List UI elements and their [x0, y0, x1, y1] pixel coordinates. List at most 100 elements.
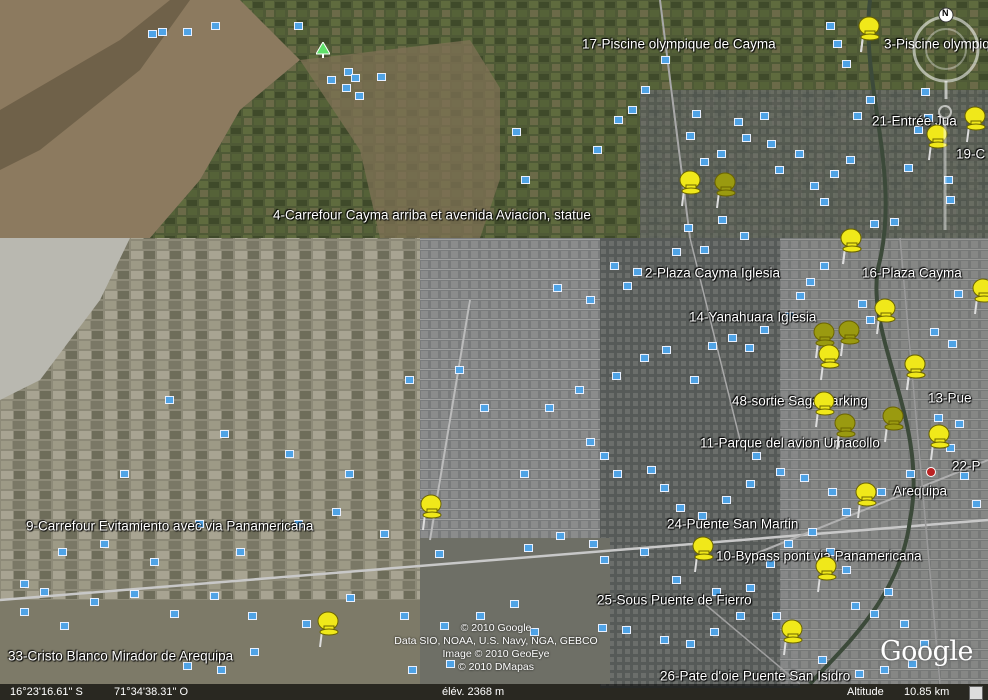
poi-marker-icon[interactable]	[846, 156, 855, 164]
poi-marker-icon[interactable]	[828, 488, 837, 496]
poi-marker-icon[interactable]	[717, 150, 726, 158]
poi-marker-icon[interactable]	[742, 134, 751, 142]
city-marker[interactable]	[926, 467, 936, 477]
poi-marker-icon[interactable]	[818, 656, 827, 664]
poi-marker-icon[interactable]	[285, 450, 294, 458]
poi-marker-icon[interactable]	[248, 612, 257, 620]
poi-marker-icon[interactable]	[351, 74, 360, 82]
poi-marker-icon[interactable]	[948, 340, 957, 348]
navigation-compass[interactable]: N	[908, 4, 986, 123]
poi-marker-icon[interactable]	[810, 182, 819, 190]
poi-marker-icon[interactable]	[40, 588, 49, 596]
poi-marker-icon[interactable]	[210, 592, 219, 600]
poi-marker-icon[interactable]	[640, 548, 649, 556]
poi-marker-icon[interactable]	[332, 508, 341, 516]
poi-marker-icon[interactable]	[904, 164, 913, 172]
poi-marker-icon[interactable]	[734, 118, 743, 126]
poi-marker-icon[interactable]	[435, 550, 444, 558]
placemark-pin-icon[interactable]	[831, 411, 861, 451]
placemark-label[interactable]: 19-C	[956, 147, 985, 162]
poi-marker-icon[interactable]	[60, 622, 69, 630]
poi-marker-icon[interactable]	[686, 640, 695, 648]
placemark-label[interactable]: 24-Puente San Martin	[667, 517, 798, 532]
placemark-pin-icon[interactable]	[961, 104, 988, 144]
poi-marker-icon[interactable]	[600, 452, 609, 460]
poi-marker-icon[interactable]	[718, 216, 727, 224]
poi-marker-icon[interactable]	[345, 470, 354, 478]
placemark-pin-icon[interactable]	[969, 276, 988, 316]
poi-marker-icon[interactable]	[833, 40, 842, 48]
poi-marker-icon[interactable]	[342, 84, 351, 92]
poi-marker-icon[interactable]	[556, 532, 565, 540]
poi-marker-icon[interactable]	[955, 420, 964, 428]
placemark-label[interactable]: 2-Plaza Cayma Iglesia	[645, 266, 780, 281]
poi-marker-icon[interactable]	[660, 636, 669, 644]
poi-marker-icon[interactable]	[589, 540, 598, 548]
poi-marker-icon[interactable]	[800, 474, 809, 482]
poi-marker-icon[interactable]	[148, 30, 157, 38]
poi-marker-icon[interactable]	[676, 504, 685, 512]
poi-marker-icon[interactable]	[684, 224, 693, 232]
poi-marker-icon[interactable]	[512, 128, 521, 136]
placemark-pin-icon[interactable]	[711, 170, 741, 210]
poi-marker-icon[interactable]	[842, 566, 851, 574]
poi-marker-icon[interactable]	[120, 470, 129, 478]
poi-marker-icon[interactable]	[746, 480, 755, 488]
poi-marker-icon[interactable]	[327, 76, 336, 84]
poi-marker-icon[interactable]	[613, 470, 622, 478]
poi-marker-icon[interactable]	[930, 328, 939, 336]
poi-marker-icon[interactable]	[796, 292, 805, 300]
poi-marker-icon[interactable]	[842, 60, 851, 68]
poi-marker-icon[interactable]	[692, 110, 701, 118]
poi-marker-icon[interactable]	[820, 198, 829, 206]
poi-marker-icon[interactable]	[622, 626, 631, 634]
placemark-pin-icon[interactable]	[837, 226, 867, 266]
poi-marker-icon[interactable]	[614, 116, 623, 124]
poi-marker-icon[interactable]	[900, 620, 909, 628]
poi-marker-icon[interactable]	[612, 372, 621, 380]
poi-marker-icon[interactable]	[672, 576, 681, 584]
poi-marker-icon[interactable]	[690, 376, 699, 384]
poi-marker-icon[interactable]	[476, 612, 485, 620]
poi-marker-icon[interactable]	[217, 666, 226, 674]
poi-marker-icon[interactable]	[934, 414, 943, 422]
poi-marker-icon[interactable]	[740, 232, 749, 240]
poi-marker-icon[interactable]	[884, 588, 893, 596]
poi-marker-icon[interactable]	[700, 158, 709, 166]
poi-marker-icon[interactable]	[728, 334, 737, 342]
poi-marker-icon[interactable]	[170, 610, 179, 618]
poi-marker-icon[interactable]	[20, 580, 29, 588]
placemark-pin-icon[interactable]	[925, 422, 955, 462]
navigation-button[interactable]	[969, 686, 983, 700]
placemark-label[interactable]: 14-Yanahuara Iglesia	[689, 310, 816, 325]
poi-marker-icon[interactable]	[521, 176, 530, 184]
poi-marker-icon[interactable]	[610, 262, 619, 270]
poi-marker-icon[interactable]	[480, 404, 489, 412]
poi-marker-icon[interactable]	[586, 296, 595, 304]
placemark-pin-icon[interactable]	[812, 554, 842, 594]
placemark-pin-icon[interactable]	[689, 534, 719, 574]
poi-marker-icon[interactable]	[746, 584, 755, 592]
poi-marker-icon[interactable]	[510, 600, 519, 608]
poi-marker-icon[interactable]	[954, 290, 963, 298]
poi-marker-icon[interactable]	[858, 300, 867, 308]
placemark-pin-icon[interactable]	[871, 296, 901, 336]
poi-marker-icon[interactable]	[380, 530, 389, 538]
poi-marker-icon[interactable]	[795, 150, 804, 158]
poi-marker-icon[interactable]	[346, 594, 355, 602]
poi-marker-icon[interactable]	[736, 612, 745, 620]
poi-marker-icon[interactable]	[355, 92, 364, 100]
zoom-slider[interactable]	[938, 102, 952, 232]
placemark-pin-icon[interactable]	[676, 168, 706, 208]
poi-marker-icon[interactable]	[405, 376, 414, 384]
poi-marker-icon[interactable]	[662, 346, 671, 354]
poi-marker-icon[interactable]	[972, 500, 981, 508]
poi-marker-icon[interactable]	[820, 262, 829, 270]
poi-marker-icon[interactable]	[628, 106, 637, 114]
poi-marker-icon[interactable]	[150, 558, 159, 566]
placemark-pin-icon[interactable]	[815, 342, 845, 382]
poi-marker-icon[interactable]	[686, 132, 695, 140]
placemark-pin-icon[interactable]	[417, 492, 447, 532]
placemark-pin-icon[interactable]	[901, 352, 931, 392]
poi-marker-icon[interactable]	[890, 218, 899, 226]
